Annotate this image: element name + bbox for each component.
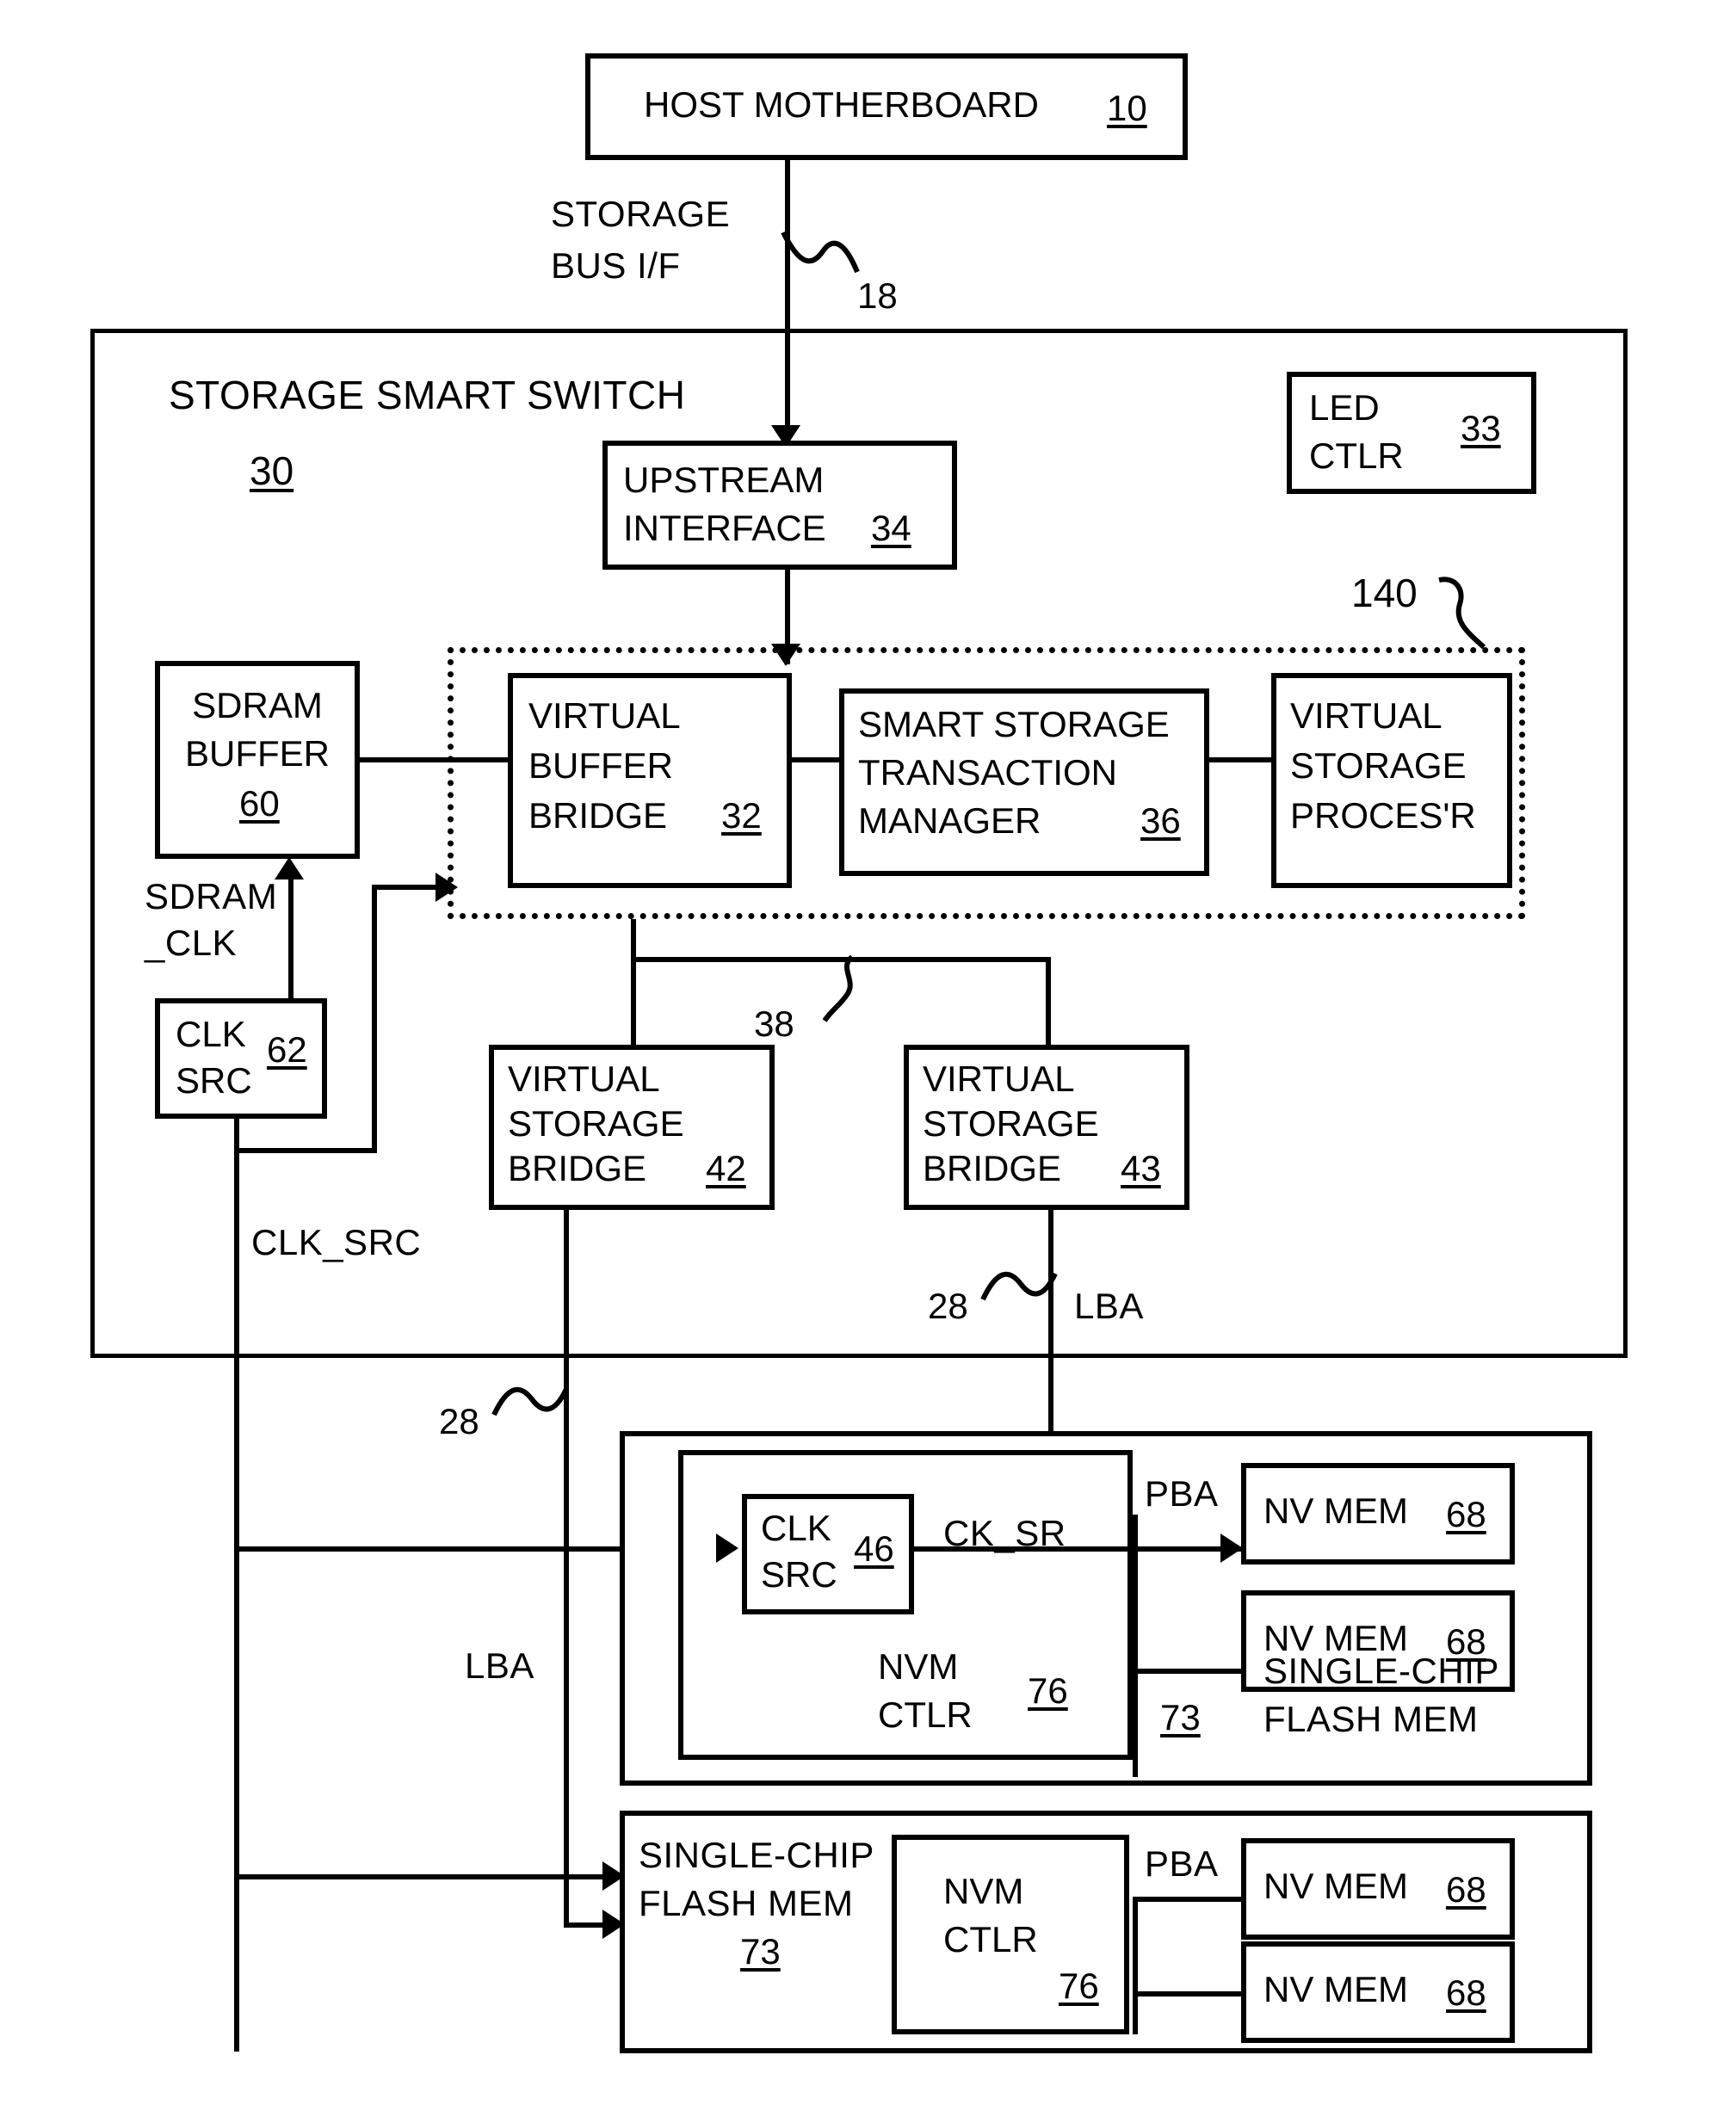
squiggle-28-left xyxy=(491,1379,578,1430)
ck-sr-line xyxy=(914,1546,1241,1552)
flash-top-nvm-ctlr-label-line2: CTLR xyxy=(878,1694,973,1735)
flash-top-clk-src-46-box[interactable]: CLK SRC 46 xyxy=(742,1494,914,1614)
virtual-storage-bridge-42-label-line1: VIRTUAL xyxy=(508,1058,660,1099)
virtual-storage-bridge-43-label-line2: STORAGE xyxy=(923,1103,1099,1144)
pba-top-label: PBA xyxy=(1145,1473,1219,1514)
flash-bottom-nvm-ctlr-label-line2: CTLR xyxy=(943,1919,1038,1959)
sdram-buffer-label-line1: SDRAM xyxy=(192,685,323,725)
sdram-clk-label-line1: SDRAM xyxy=(145,876,278,916)
lba-right-ref-28: 28 xyxy=(928,1286,968,1326)
figure-canvas: HOST MOTHERBOARD 10 STORAGE BUS I/F 18 S… xyxy=(0,0,1736,2123)
flash-bottom-nv-mem-ref-1: 68 xyxy=(1446,1869,1486,1910)
stm-to-vsp-line xyxy=(1209,757,1271,762)
lba-right-label: LBA xyxy=(1074,1286,1144,1326)
virtual-storage-processor-label-line3: PROCES'R xyxy=(1290,795,1476,836)
flash-bottom-nv-mem-ref-2: 68 xyxy=(1446,1972,1486,2013)
flash-bottom-nvm-ctlr-box[interactable]: NVM CTLR 76 xyxy=(892,1835,1129,2034)
host-motherboard-ref: 10 xyxy=(1107,88,1147,128)
flash-bottom-nv-mem-box-1[interactable]: NV MEM 68 xyxy=(1241,1838,1515,1940)
sdram-buffer-label-line2: BUFFER xyxy=(185,733,330,774)
virtual-storage-bridge-42-ref: 42 xyxy=(706,1148,746,1188)
flash-bottom-ref-73: 73 xyxy=(740,1931,781,1972)
transaction-manager-label-line1: SMART STORAGE xyxy=(858,704,1170,744)
storage-bus-if-label-line1: STORAGE xyxy=(551,194,731,234)
squiggle-28-right xyxy=(980,1263,1067,1315)
pba-bottom-branch-lower xyxy=(1133,1991,1241,1996)
host-motherboard-box[interactable]: HOST MOTHERBOARD 10 xyxy=(585,53,1188,160)
virtual-buffer-bridge-label-line1: VIRTUAL xyxy=(528,695,681,736)
virtual-buffer-bridge-label-line2: BUFFER xyxy=(528,745,673,786)
vbb-to-stm-line xyxy=(792,757,842,762)
sdram-buffer-box[interactable]: SDRAM BUFFER 60 xyxy=(155,661,360,859)
transaction-manager-ref: 36 xyxy=(1140,800,1181,841)
host-motherboard-label: HOST MOTHERBOARD xyxy=(644,84,1039,125)
bridge42-lba-line xyxy=(564,1210,569,1928)
squiggle-38 xyxy=(818,954,895,1033)
pba-top-branch-lower xyxy=(1133,1669,1241,1674)
storage-bus-if-label-line2: BUS I/F xyxy=(551,245,681,286)
squiggle-140 xyxy=(1436,575,1522,661)
pba-bottom-vert xyxy=(1133,1897,1138,2034)
flash-top-nvm-ctlr-ref: 76 xyxy=(1028,1670,1068,1711)
core-group-ref-140: 140 xyxy=(1351,571,1418,615)
flash-top-nv-mem-ref-1: 68 xyxy=(1446,1494,1486,1534)
pba-bottom-branch-upper xyxy=(1133,1897,1241,1902)
flash-top-clk-in-arrowhead xyxy=(716,1534,738,1563)
flash-top-label-line1: SINGLE-CHIP xyxy=(1263,1651,1499,1691)
flash-top-label-line2: FLASH MEM xyxy=(1263,1699,1479,1739)
bus38-ref: 38 xyxy=(754,1003,794,1044)
lba-left-ref-28: 28 xyxy=(439,1401,479,1441)
clk62-to-core-arrowhead xyxy=(436,873,458,902)
sdram-clk-label-line2: _CLK xyxy=(145,923,238,963)
bus-ref-18: 18 xyxy=(857,275,898,316)
flash-bottom-nvm-ctlr-ref: 76 xyxy=(1059,1966,1099,2006)
clk62-to-core-horz-top xyxy=(372,885,442,890)
upstream-interface-box[interactable]: UPSTREAM INTERFACE 34 xyxy=(602,441,957,570)
sdram-to-vbb-line xyxy=(360,757,508,762)
virtual-buffer-bridge-box[interactable]: VIRTUAL BUFFER BRIDGE 32 xyxy=(508,673,792,888)
upstream-interface-label-line1: UPSTREAM xyxy=(623,460,825,500)
flash-top-clk-src-46-ref: 46 xyxy=(854,1528,894,1569)
storage-smart-switch-title: STORAGE SMART SWITCH xyxy=(169,373,686,417)
virtual-storage-bridge-42-label-line2: STORAGE xyxy=(508,1103,684,1144)
upstream-interface-ref: 34 xyxy=(871,508,911,548)
flash-bottom-nvm-ctlr-label-line1: NVM xyxy=(943,1871,1024,1911)
flash-bottom-label-line2: FLASH MEM xyxy=(639,1883,854,1923)
core-to-bus38-line xyxy=(631,919,636,960)
clk62-to-core-horz-bottom xyxy=(238,1148,377,1153)
pba-top-vert xyxy=(1133,1515,1138,1777)
bridge43-lba-line xyxy=(1048,1210,1053,1435)
clk-src-net-label: CLK_SRC xyxy=(251,1222,422,1262)
bus38-right-drop xyxy=(1046,957,1051,1048)
bus38-left-drop xyxy=(631,957,636,1048)
led-ctlr-ref: 33 xyxy=(1461,408,1501,448)
clk-src-net-vert xyxy=(234,1119,239,2052)
transaction-manager-label-line2: TRANSACTION xyxy=(858,752,1118,793)
ck-sr-arrowhead xyxy=(1220,1534,1243,1563)
lba-left-label: LBA xyxy=(465,1645,534,1686)
flash-bottom-label-line1: SINGLE-CHIP xyxy=(639,1835,874,1875)
virtual-buffer-bridge-ref: 32 xyxy=(721,795,762,836)
sdram-buffer-ref: 60 xyxy=(239,783,280,824)
transaction-manager-box[interactable]: SMART STORAGE TRANSACTION MANAGER 36 xyxy=(839,688,1209,876)
virtual-storage-bridge-43-label-line1: VIRTUAL xyxy=(923,1058,1075,1099)
flash-bottom-nv-mem-box-2[interactable]: NV MEM 68 xyxy=(1241,1941,1515,2043)
storage-smart-switch-ref: 30 xyxy=(250,448,294,493)
flash-top-ref-73: 73 xyxy=(1160,1697,1201,1737)
flash-top-nv-mem-box-1[interactable]: NV MEM 68 xyxy=(1241,1463,1515,1564)
flash-top-nvm-ctlr-label-line1: NVM xyxy=(878,1646,959,1687)
virtual-storage-processor-label-line1: VIRTUAL xyxy=(1290,695,1443,736)
clk-src-62-box[interactable]: CLK SRC 62 xyxy=(155,998,327,1119)
virtual-storage-processor-label-line2: STORAGE xyxy=(1290,745,1467,786)
sdram-clk-line xyxy=(288,879,293,1000)
clk-src-62-ref: 62 xyxy=(267,1029,307,1070)
virtual-storage-processor-box[interactable]: VIRTUAL STORAGE PROCES'R xyxy=(1271,673,1512,888)
sdram-clk-arrowhead xyxy=(275,857,304,879)
virtual-storage-bridge-43-ref: 43 xyxy=(1121,1148,1161,1188)
virtual-storage-bridge-42-box[interactable]: VIRTUAL STORAGE BRIDGE 42 xyxy=(489,1045,775,1210)
clk62-to-core-vert xyxy=(372,890,377,1153)
led-ctlr-box[interactable]: LED CTLR 33 xyxy=(1287,372,1536,494)
pba-bottom-label: PBA xyxy=(1145,1843,1219,1884)
virtual-storage-bridge-43-box[interactable]: VIRTUAL STORAGE BRIDGE 43 xyxy=(904,1045,1189,1210)
